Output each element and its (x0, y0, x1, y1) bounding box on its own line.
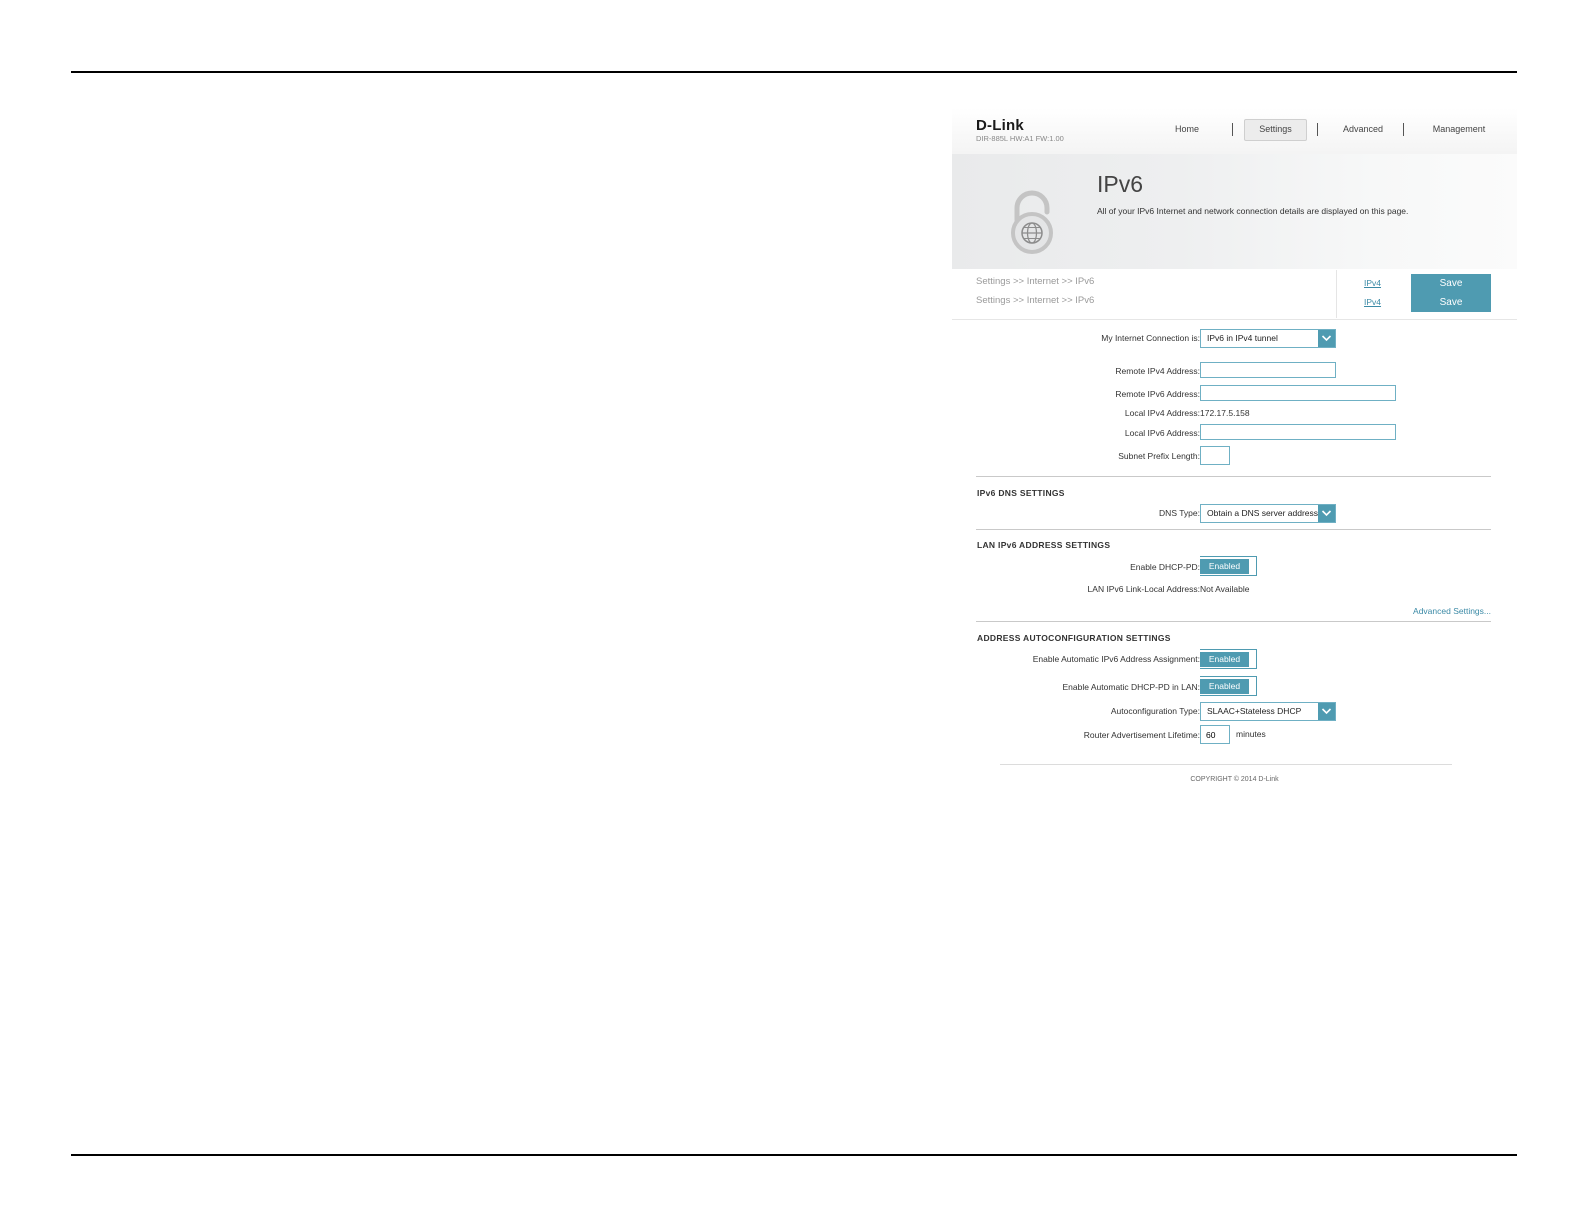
dns-type-label: DNS Type: (1159, 508, 1200, 518)
page-top-rule (71, 71, 1517, 73)
section-divider (976, 476, 1491, 477)
nav-settings[interactable]: Settings (1244, 119, 1307, 141)
dhcp-pd-toggle[interactable]: Enabled (1200, 556, 1257, 576)
model-info: DIR-885L HW:A1 FW:1.00 (976, 134, 1064, 143)
connection-type-value: IPv6 in IPv4 tunnel (1207, 333, 1278, 343)
top-bar: D-Link DIR-885L HW:A1 FW:1.00 Home Setti… (952, 108, 1517, 158)
nav-separator (1403, 123, 1404, 136)
auto-assign-label: Enable Automatic IPv6 Address Assignment… (1032, 654, 1200, 664)
nav-home[interactable]: Home (1157, 119, 1217, 139)
auto-dhcp-pd-toggle[interactable]: Enabled (1200, 676, 1257, 696)
link-local-value: Not Available (1200, 584, 1250, 594)
remote-ipv6-label: Remote IPv6 Address: (1115, 389, 1200, 399)
remote-ipv4-label: Remote IPv4 Address: (1115, 366, 1200, 376)
copyright-text: COPYRIGHT © 2014 D-Link (1190, 776, 1279, 783)
ra-lifetime-label: Router Advertisement Lifetime: (1083, 730, 1200, 740)
dns-section-title: IPv6 DNS SETTINGS (977, 488, 1065, 498)
link-local-label: LAN IPv6 Link-Local Address: (1087, 584, 1200, 594)
chevron-down-icon (1318, 703, 1335, 720)
dns-type-select[interactable]: Obtain a DNS server address (1200, 504, 1336, 523)
nav-advanced[interactable]: Advanced (1328, 119, 1398, 139)
autoconfig-type-label: Autoconfiguration Type: (1110, 706, 1200, 716)
chevron-down-icon (1318, 505, 1335, 522)
local-ipv6-input[interactable] (1200, 424, 1396, 440)
auto-dhcp-pd-toggle-state: Enabled (1200, 679, 1249, 694)
autoconfig-type-value: SLAAC+Stateless DHCP (1207, 706, 1302, 716)
breadcrumb: Settings >> Internet >> IPv6 (976, 295, 1095, 306)
nav-separator (1232, 123, 1233, 136)
page-banner: IPv6 All of your IPv6 Internet and netwo… (952, 154, 1517, 269)
subnet-prefix-label: Subnet Prefix Length: (1118, 451, 1200, 461)
connection-type-label: My Internet Connection is: (1101, 333, 1200, 343)
ra-lifetime-unit: minutes (1236, 729, 1266, 739)
dhcp-pd-label: Enable DHCP-PD: (1130, 562, 1200, 572)
save-button[interactable]: Save (1411, 274, 1491, 293)
ipv4-link[interactable]: IPv4 (1364, 278, 1381, 288)
breadcrumb-divider (1336, 270, 1337, 318)
footer-divider (1000, 764, 1452, 765)
section-divider (976, 621, 1491, 622)
connection-type-select[interactable]: IPv6 in IPv4 tunnel (1200, 329, 1336, 348)
nav-separator (1317, 123, 1318, 136)
advanced-settings-link[interactable]: Advanced Settings... (1413, 606, 1491, 616)
page-description: All of your IPv6 Internet and network co… (1097, 206, 1409, 216)
local-ipv6-label: Local IPv6 Address: (1124, 428, 1200, 438)
page-title: IPv6 (1097, 171, 1144, 197)
local-ipv4-label: Local IPv4 Address: (1124, 408, 1200, 418)
auto-assign-toggle[interactable]: Enabled (1200, 649, 1257, 669)
breadcrumb: Settings >> Internet >> IPv6 (976, 276, 1095, 287)
dns-type-value: Obtain a DNS server address (1207, 508, 1319, 518)
remote-ipv6-input[interactable] (1200, 385, 1396, 401)
ipv4-link[interactable]: IPv4 (1364, 297, 1381, 307)
autoconfig-section-title: ADDRESS AUTOCONFIGURATION SETTINGS (977, 633, 1171, 643)
lock-globe-icon (1011, 190, 1053, 254)
autoconfig-type-select[interactable]: SLAAC+Stateless DHCP (1200, 702, 1336, 721)
ra-lifetime-input[interactable] (1200, 725, 1230, 744)
breadcrumb-bar: Settings >> Internet >> IPv6 Settings >>… (952, 270, 1517, 320)
dlink-logo: D-Link (976, 117, 1024, 134)
nav-management[interactable]: Management (1414, 119, 1504, 139)
router-ui-panel: D-Link DIR-885L HW:A1 FW:1.00 Home Setti… (952, 108, 1517, 804)
local-ipv4-value: 172.17.5.158 (1200, 408, 1250, 418)
subnet-prefix-input[interactable] (1200, 446, 1230, 465)
save-button[interactable]: Save (1411, 293, 1491, 312)
chevron-down-icon (1318, 330, 1335, 347)
section-divider (976, 529, 1491, 530)
page-bottom-rule (71, 1154, 1517, 1156)
remote-ipv4-input[interactable] (1200, 362, 1336, 378)
dhcp-pd-toggle-state: Enabled (1200, 559, 1249, 574)
auto-assign-toggle-state: Enabled (1200, 652, 1249, 667)
auto-dhcp-pd-label: Enable Automatic DHCP-PD in LAN: (1062, 682, 1200, 692)
lan-section-title: LAN IPv6 ADDRESS SETTINGS (977, 540, 1111, 550)
